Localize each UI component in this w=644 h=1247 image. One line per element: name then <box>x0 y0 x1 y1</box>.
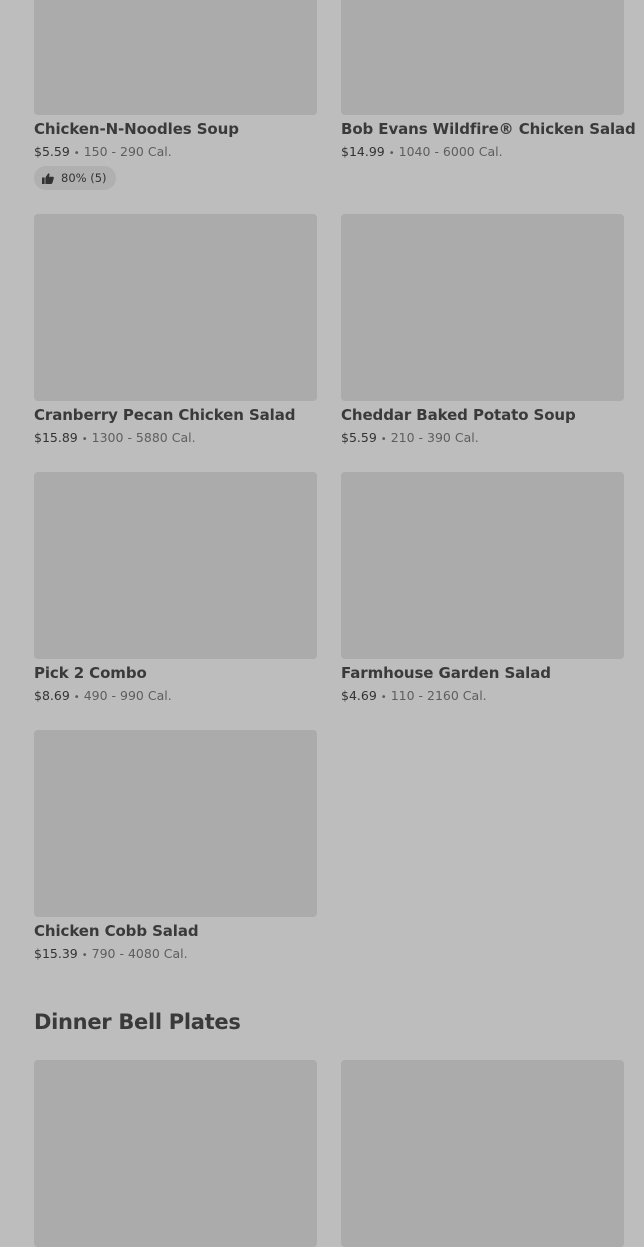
separator-dot: • <box>388 148 395 159</box>
item-image <box>341 1060 624 1247</box>
item-name: Farmhouse Garden Salad <box>341 664 551 682</box>
separator-dot: • <box>73 692 80 703</box>
item-price: $5.59 <box>341 430 377 445</box>
item-meta: $14.99 • 1040 - 6000 Cal. <box>341 144 503 159</box>
menu-item-card[interactable]: Cranberry Pecan Chicken Salad $15.89 • 130… <box>34 214 317 445</box>
separator-dot: • <box>380 434 387 445</box>
item-calories: 1300 - 5880 Cal. <box>91 430 196 445</box>
item-name: Cheddar Baked Potato Soup <box>341 406 576 424</box>
item-image <box>34 214 317 401</box>
item-price: $14.99 <box>341 144 385 159</box>
item-price: $5.59 <box>34 144 70 159</box>
item-name: Bob Evans Wildfire® Chicken Salad <box>341 120 636 138</box>
item-image <box>34 472 317 659</box>
separator-dot: • <box>81 950 88 961</box>
separator-dot: • <box>81 434 88 445</box>
menu-item-card[interactable] <box>34 1060 317 1247</box>
item-image <box>341 214 624 401</box>
item-calories: 210 - 390 Cal. <box>390 430 479 445</box>
item-price: $15.39 <box>34 946 78 961</box>
item-name: Cranberry Pecan Chicken Salad <box>34 406 296 424</box>
menu-item-card[interactable]: Chicken Cobb Salad $15.39 • 790 - 4080 Cal… <box>34 730 317 961</box>
item-calories: 490 - 990 Cal. <box>83 688 172 703</box>
menu-item-card[interactable]: Cheddar Baked Potato Soup $5.59 • 210 - 39… <box>341 214 624 445</box>
item-calories: 1040 - 6000 Cal. <box>398 144 503 159</box>
item-image <box>341 472 624 659</box>
item-meta: $8.69 • 490 - 990 Cal. <box>34 688 172 703</box>
item-meta: $4.69 • 110 - 2160 Cal. <box>341 688 487 703</box>
item-meta: $5.59 • 210 - 390 Cal. <box>341 430 479 445</box>
item-name: Chicken Cobb Salad <box>34 922 199 940</box>
item-meta: $15.39 • 790 - 4080 Cal. <box>34 946 188 961</box>
item-meta: $15.89 • 1300 - 5880 Cal. <box>34 430 196 445</box>
item-image <box>34 0 317 115</box>
item-image <box>34 730 317 917</box>
menu-item-card[interactable]: Pick 2 Combo $8.69 • 490 - 990 Cal. <box>34 472 317 703</box>
item-price: $8.69 <box>34 688 70 703</box>
item-name: Pick 2 Combo <box>34 664 147 682</box>
item-meta: $5.59 • 150 - 290 Cal. <box>34 144 172 159</box>
rating-badge: 80% (5) <box>34 166 116 190</box>
item-name: Chicken-N-Noodles Soup <box>34 120 239 138</box>
menu-item-card[interactable] <box>341 1060 624 1247</box>
item-calories: 790 - 4080 Cal. <box>91 946 188 961</box>
separator-dot: • <box>380 692 387 703</box>
rating-text: 80% (5) <box>61 171 107 185</box>
menu-item-card[interactable]: Bob Evans Wildfire® Chicken Salad $14.99… <box>341 0 636 159</box>
item-calories: 150 - 290 Cal. <box>83 144 172 159</box>
menu-item-card[interactable]: Chicken-N-Noodles Soup $5.59 • 150 - 290 C… <box>34 0 317 190</box>
item-image <box>341 0 624 115</box>
item-calories: 110 - 2160 Cal. <box>390 688 487 703</box>
item-price: $4.69 <box>341 688 377 703</box>
item-price: $15.89 <box>34 430 78 445</box>
thumbs-up-icon <box>42 172 54 184</box>
item-image <box>34 1060 317 1247</box>
separator-dot: • <box>73 148 80 159</box>
section-title: Dinner Bell Plates <box>34 1010 241 1034</box>
menu-item-card[interactable]: Farmhouse Garden Salad $4.69 • 110 - 2160 … <box>341 472 624 703</box>
